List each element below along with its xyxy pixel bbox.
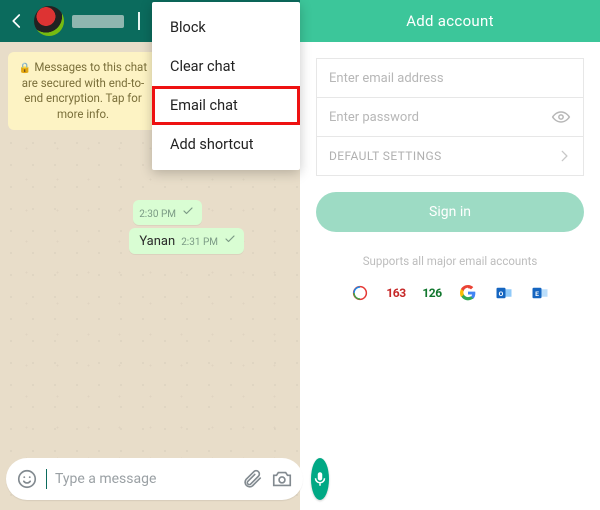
check-icon: [182, 205, 194, 217]
provider-163-icon[interactable]: 163: [385, 282, 407, 304]
message-input[interactable]: [55, 471, 233, 487]
message-time: 2:31 PM: [181, 237, 218, 248]
provider-outlook-icon[interactable]: O: [493, 282, 515, 304]
message-textbox[interactable]: [6, 458, 303, 500]
eye-icon[interactable]: [551, 107, 571, 127]
menu-item-clear-chat[interactable]: Clear chat: [152, 47, 300, 86]
sign-in-label: Sign in: [429, 204, 471, 220]
contact-name-text: [72, 15, 124, 28]
provider-126-icon[interactable]: 126: [421, 282, 443, 304]
add-account-header: Add account: [300, 0, 600, 42]
emoji-icon[interactable]: [16, 468, 38, 490]
sign-in-button[interactable]: Sign in: [316, 192, 584, 232]
message-text: Yanan: [139, 234, 175, 249]
attachment-icon[interactable]: [241, 468, 263, 490]
menu-item-email-chat[interactable]: Email chat: [152, 86, 300, 125]
camera-icon[interactable]: [271, 468, 293, 490]
message-outgoing[interactable]: 2:30 PM: [133, 200, 202, 225]
overflow-menu: Block Clear chat Email chat Add shortcut: [152, 2, 300, 170]
add-account-form: DEFAULT SETTINGS Sign in Supports all ma…: [300, 42, 600, 304]
text-caret: [46, 469, 47, 489]
encryption-banner[interactable]: 🔒Messages to this chat are secured with …: [8, 52, 158, 130]
lock-icon: 🔒: [19, 63, 31, 74]
provider-google-icon[interactable]: [457, 282, 479, 304]
menu-item-add-shortcut[interactable]: Add shortcut: [152, 125, 300, 164]
provider-exchange-icon[interactable]: E: [529, 282, 551, 304]
check-icon: [224, 233, 236, 245]
email-field[interactable]: [329, 71, 571, 86]
header-divider: [138, 12, 140, 30]
message-time: 2:30 PM: [139, 209, 176, 220]
message-outgoing[interactable]: Yanan 2:31 PM: [129, 228, 244, 254]
provider-icons: 163 126 O E: [316, 282, 584, 304]
email-field-wrap: [316, 58, 584, 98]
mic-icon: [311, 470, 329, 488]
provider-qq-icon[interactable]: [349, 282, 371, 304]
supports-text: Supports all major email accounts: [316, 254, 584, 268]
whatsapp-chat-pane: 🔒Messages to this chat are secured with …: [0, 0, 300, 510]
mic-button[interactable]: [311, 458, 329, 500]
add-account-title: Add account: [406, 12, 494, 30]
default-settings-row[interactable]: DEFAULT SETTINGS: [316, 136, 584, 176]
avatar[interactable]: [34, 6, 64, 36]
password-field[interactable]: [329, 110, 551, 125]
password-field-wrap: [316, 97, 584, 137]
add-account-pane: Add account DEFAULT SETTINGS Sign in Sup…: [300, 0, 600, 510]
chat-input-bar: [6, 458, 294, 500]
back-icon[interactable]: [8, 12, 26, 30]
default-settings-label: DEFAULT SETTINGS: [329, 149, 442, 163]
svg-text:E: E: [535, 290, 539, 298]
encryption-text: Messages to this chat are secured with e…: [22, 60, 147, 121]
chevron-right-icon: [557, 149, 571, 163]
svg-text:O: O: [499, 290, 504, 298]
contact-name[interactable]: [72, 15, 124, 28]
menu-item-block[interactable]: Block: [152, 8, 300, 47]
